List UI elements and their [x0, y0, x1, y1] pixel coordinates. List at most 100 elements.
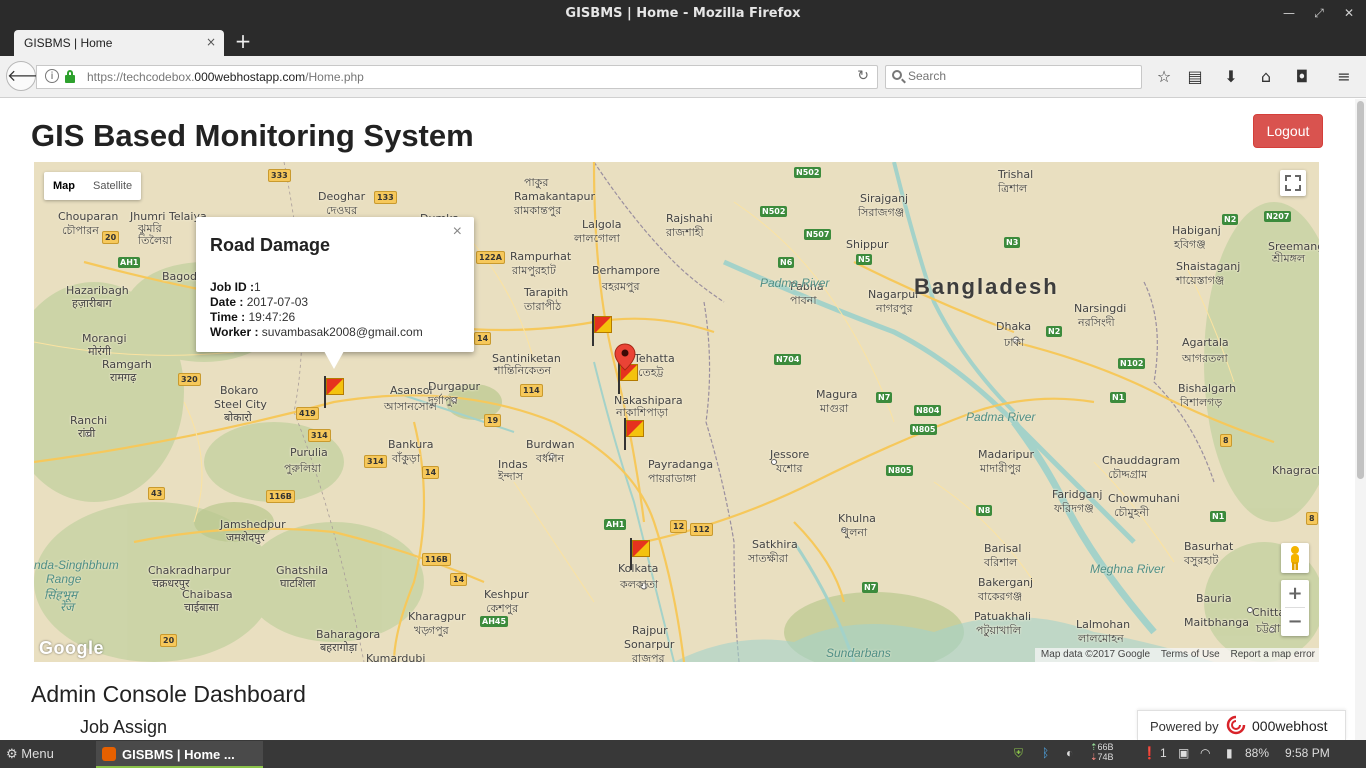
minimize-icon[interactable]: —: [1280, 4, 1298, 22]
map-place-label: শান্তিনিকেতন: [494, 364, 552, 377]
home-icon[interactable]: ⌂: [1256, 67, 1276, 87]
000webhost-logo-icon: [1226, 715, 1246, 735]
pocket-icon[interactable]: ◘: [1292, 67, 1312, 87]
reload-icon[interactable]: ↻: [857, 68, 869, 84]
route-shield-green: N6: [778, 257, 795, 268]
start-menu-button[interactable]: ⚙ Menu: [6, 746, 54, 762]
route-shield-green: N805: [910, 424, 938, 435]
map-place-label: রাজশাহী: [666, 226, 704, 239]
back-button[interactable]: 🡐: [6, 61, 50, 91]
map-feature-label: रेंज: [60, 600, 74, 614]
info-worker: Worker : suvambasak2008@gmail.com: [210, 325, 423, 339]
url-text[interactable]: https://techcodebox.000webhostapp.com/Ho…: [87, 70, 364, 84]
notification-icon[interactable]: ❗: [1142, 746, 1157, 760]
map-place-label: বর্ধমান: [536, 452, 565, 465]
map-place-label: মাগুরা: [820, 402, 849, 415]
map-place-label: ইন্দাস: [498, 470, 524, 483]
route-shield-yellow: 112: [690, 523, 713, 536]
map-place-label: তিলৈয়া: [138, 234, 172, 247]
map-place-label: লালমোহন: [1078, 632, 1124, 645]
route-shield-yellow: 12: [670, 520, 688, 533]
tab-gisbms-home[interactable]: GISBMS | Home ×: [14, 30, 224, 56]
shield-icon[interactable]: ⛨: [1014, 746, 1023, 761]
job-flag-marker[interactable]: [624, 418, 646, 452]
gear-icon: ⚙: [6, 746, 18, 761]
page-scrollbar[interactable]: [1355, 99, 1366, 740]
hamburger-menu-icon[interactable]: ≡: [1334, 67, 1354, 87]
route-shield-yellow: 314: [308, 429, 331, 442]
map-place-label: Kumardubi: [366, 652, 426, 662]
map-attribution: Map data ©2017 Google Terms of Use Repor…: [1034, 648, 1319, 662]
lock-icon: [65, 70, 75, 83]
info-time: Time : 19:47:26: [210, 310, 296, 324]
route-shield-green: AH1: [118, 257, 141, 268]
map-place-label: যশোর: [776, 462, 803, 475]
route-shield-green: N7: [876, 392, 893, 403]
battery-icon[interactable]: ▮: [1226, 746, 1233, 760]
route-shield-green: N1: [1210, 511, 1227, 522]
route-shield-yellow: 116B: [266, 490, 295, 503]
route-shield-yellow: 8: [1306, 512, 1318, 525]
map-place-label: রামকান্তপুর: [514, 204, 562, 217]
taskbar-app-firefox[interactable]: GISBMS | Home ...: [96, 741, 263, 768]
info-window-close-icon[interactable]: ×: [453, 223, 462, 241]
location-pin-icon[interactable]: [614, 343, 636, 371]
keyboard-icon[interactable]: ▣: [1178, 746, 1189, 760]
tab-close-icon[interactable]: ×: [206, 35, 216, 49]
downloads-icon[interactable]: ⬇: [1221, 67, 1241, 87]
map-place-label: Shippur: [846, 238, 889, 251]
clock[interactable]: 9:58 PM: [1285, 746, 1330, 760]
logout-button[interactable]: Logout: [1253, 114, 1323, 148]
route-shield-green: N207: [1264, 211, 1292, 222]
wifi-icon[interactable]: ◠: [1200, 746, 1210, 760]
map-type-control[interactable]: Map Satellite: [44, 172, 142, 200]
route-shield-yellow: 14: [450, 573, 468, 586]
route-shield-green: N2: [1046, 326, 1063, 337]
powered-by-badge[interactable]: Powered by 000webhost: [1137, 710, 1346, 740]
route-shield-yellow: 122A: [476, 251, 505, 264]
bookmark-star-icon[interactable]: ☆: [1154, 67, 1174, 87]
zoom-out-button[interactable]: −: [1281, 608, 1309, 636]
close-window-icon[interactable]: ✕: [1340, 4, 1358, 22]
route-shield-yellow: 43: [148, 487, 166, 500]
scrollbar-thumb[interactable]: [1357, 101, 1364, 479]
restore-icon[interactable]: ⤢: [1310, 4, 1328, 22]
job-flag-marker[interactable]: [592, 314, 614, 348]
map-place-label: তারাপীঠ: [524, 300, 562, 313]
search-input[interactable]: [908, 69, 1128, 83]
map-type-map[interactable]: Map: [44, 172, 84, 200]
map-place-label: Purulia: [290, 446, 328, 459]
google-logo[interactable]: Google: [39, 638, 104, 659]
job-flag-marker[interactable]: [630, 538, 652, 572]
new-tab-button[interactable]: +: [232, 30, 254, 52]
fullscreen-icon[interactable]: [1280, 170, 1306, 196]
google-map[interactable]: পাকুর Ramakantapur রামকান্তপুর Rajshahi রাজশ…: [34, 162, 1319, 662]
url-bar[interactable]: i https://techcodebox.000webhostapp.com/…: [36, 65, 878, 89]
route-shield-green: N804: [914, 405, 942, 416]
info-date: Date : 2017-07-03: [210, 295, 309, 309]
network-icon[interactable]: ◐: [1066, 746, 1073, 760]
route-shield-yellow: 419: [296, 407, 319, 420]
map-type-satellite[interactable]: Satellite: [84, 172, 141, 200]
map-place-label: খড়্গপুর: [414, 624, 449, 637]
map-place-label: পটুয়াখালি: [976, 624, 1021, 637]
terms-of-use-link[interactable]: Terms of Use: [1161, 649, 1220, 660]
map-place-label: রাজপুর: [632, 652, 665, 662]
page-content: GIS Based Monitoring System Logout পাকুর…: [0, 99, 1355, 740]
search-bar[interactable]: [885, 65, 1142, 89]
zoom-in-button[interactable]: +: [1281, 580, 1309, 608]
map-place-label: পাবনা: [790, 294, 817, 307]
map-place-label: ফরিদগঞ্জ: [1054, 502, 1094, 515]
navigation-toolbar: 🡐 i https://techcodebox.000webhostapp.co…: [0, 56, 1366, 98]
bluetooth-icon[interactable]: ᛒ: [1042, 746, 1049, 760]
job-flag-marker[interactable]: [324, 376, 346, 410]
window-title: GISBMS | Home - Mozilla Firefox: [565, 6, 801, 21]
job-assign-heading: Job Assign: [80, 717, 168, 737]
map-place-label: পায়রাডাঙ্গা: [648, 472, 697, 485]
street-view-pegman-icon[interactable]: [1281, 543, 1309, 573]
map-place-label: খুলনা: [842, 526, 868, 539]
reading-list-icon[interactable]: ▤: [1185, 67, 1205, 87]
site-info-icon[interactable]: i: [45, 69, 59, 83]
host-name: 000webhost: [1252, 718, 1328, 734]
report-map-error-link[interactable]: Report a map error: [1231, 649, 1315, 660]
